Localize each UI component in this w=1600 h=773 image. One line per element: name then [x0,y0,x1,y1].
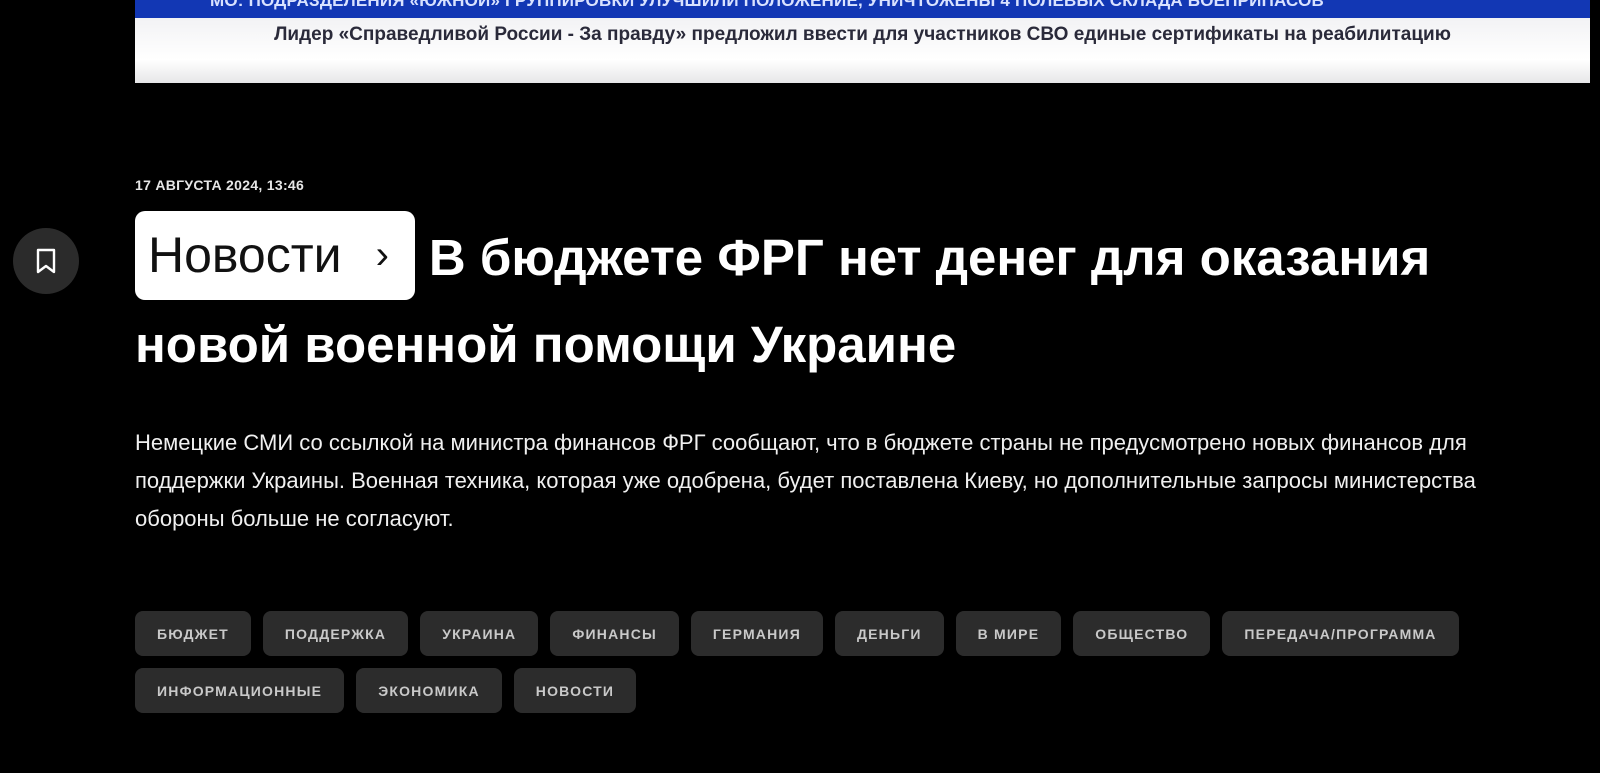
article-page: МО: ПОДРАЗДЕЛЕНИЯ «ЮЖНОЙ» ГРУППИРОВКИ УЛ… [0,0,1600,773]
tag-item[interactable]: ИНФОРМАЦИОННЫЕ [135,668,345,713]
tag-item[interactable]: ОБЩЕСТВО [1073,611,1211,656]
article-headline: Новости › В бюджете ФРГ нет денег для оказ… [135,211,1555,383]
bookmark-button[interactable] [13,228,79,294]
tag-item[interactable]: ЭКОНОМИКА [356,668,502,713]
category-link[interactable]: Новости › [135,211,415,300]
video-player[interactable]: МО: ПОДРАЗДЕЛЕНИЯ «ЮЖНОЙ» ГРУППИРОВКИ УЛ… [135,0,1590,83]
category-label: Новости [148,227,342,283]
tag-list: БЮДЖЕТ ПОДДЕРЖКА УКРАИНА ФИНАНСЫ ГЕРМАНИ… [135,611,1575,713]
bookmark-icon [35,248,57,274]
tag-item[interactable]: БЮДЖЕТ [135,611,251,656]
article-date: 17 АВГУСТА 2024, 13:46 [135,177,305,193]
tag-item[interactable]: ПОДДЕРЖКА [262,611,409,656]
tag-item[interactable]: ГЕРМАНИЯ [690,611,823,656]
tag-item[interactable]: В МИРЕ [955,611,1062,656]
article-lead: Немецкие СМИ со ссылкой на министра фина… [135,430,1476,531]
headline-block: Новости › В бюджете ФРГ нет денег для оказ… [135,211,1555,383]
chevron-right-icon: › [375,233,389,277]
news-ticker-bottom: Лидер «Справедливой России - За правду» … [274,24,1451,45]
tag-item[interactable]: НОВОСТИ [513,668,637,713]
news-ticker-top: МО: ПОДРАЗДЕЛЕНИЯ «ЮЖНОЙ» ГРУППИРОВКИ УЛ… [135,0,1590,18]
tag-item[interactable]: ПЕРЕДАЧА/ПРОГРАММА [1222,611,1459,656]
tag-item[interactable]: ФИНАНСЫ [550,611,679,656]
tag-item[interactable]: ДЕНЬГИ [834,611,944,656]
ticker-top-text: МО: ПОДРАЗДЕЛЕНИЯ «ЮЖНОЙ» ГРУППИРОВКИ УЛ… [210,0,1324,10]
tag-item[interactable]: УКРАИНА [420,611,539,656]
